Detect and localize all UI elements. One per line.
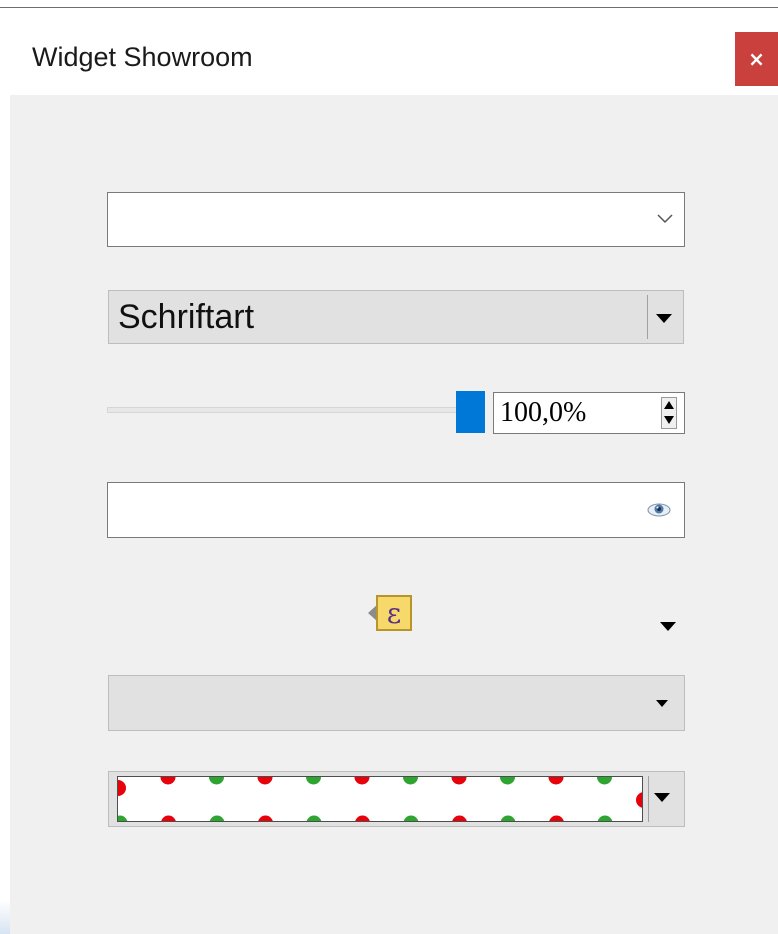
empty-combo-box[interactable]	[108, 675, 685, 731]
eye-icon[interactable]	[646, 500, 672, 520]
combo-separator	[647, 295, 648, 339]
pattern-dot	[306, 815, 322, 821]
title-bar: Widget Showroom	[0, 8, 778, 94]
triangle-down-icon[interactable]	[660, 622, 676, 631]
font-combo-value: Schriftart	[118, 298, 255, 336]
close-button[interactable]: ×	[735, 32, 778, 86]
pattern-dot	[355, 815, 370, 821]
pattern-dot	[597, 815, 613, 821]
pattern-dot	[403, 815, 419, 821]
pattern-dot	[549, 815, 564, 821]
opacity-slider-track[interactable]	[107, 407, 465, 413]
window-title: Widget Showroom	[32, 42, 253, 72]
font-combo-box[interactable]: Schriftart	[108, 290, 684, 344]
triangle-down-icon	[656, 700, 668, 707]
window-left-edge	[0, 95, 10, 934]
pattern-dot	[451, 777, 467, 785]
chevron-down-icon	[657, 214, 673, 224]
dot-pattern	[118, 777, 642, 821]
opacity-spinbox-value: 100,0%	[500, 397, 587, 428]
opacity-spinbox[interactable]: 100,0%	[493, 392, 685, 434]
spin-up-icon[interactable]	[664, 401, 674, 409]
password-field[interactable]	[107, 482, 685, 538]
pattern-dot	[500, 777, 515, 785]
triangle-down-icon	[656, 314, 672, 323]
pattern-combo-box[interactable]	[108, 771, 685, 827]
pattern-dot	[161, 815, 176, 821]
combo-separator	[648, 776, 649, 822]
pattern-dot	[209, 777, 224, 785]
pattern-dot	[500, 815, 516, 821]
triangle-down-icon	[654, 793, 670, 802]
pattern-dot	[209, 815, 225, 821]
pattern-dot	[306, 777, 321, 785]
spin-buttons[interactable]	[661, 397, 677, 429]
pattern-dot	[452, 815, 467, 821]
pattern-dot	[403, 777, 418, 785]
combo-box[interactable]	[107, 192, 685, 247]
pattern-dot	[118, 780, 126, 796]
pattern-dot	[258, 815, 273, 821]
opacity-slider-handle[interactable]	[456, 391, 485, 433]
pattern-dot	[597, 777, 612, 785]
pattern-dot	[636, 792, 642, 808]
pattern-dot	[118, 815, 128, 821]
pattern-dot	[548, 777, 564, 785]
pattern-preview	[117, 776, 643, 822]
expression-epsilon-icon[interactable]: ε	[366, 592, 416, 634]
expression-glyph: ε	[387, 597, 402, 630]
pattern-dot	[354, 777, 370, 785]
close-icon: ×	[748, 47, 765, 71]
window-edge-accent	[0, 900, 10, 934]
pattern-dot	[160, 777, 176, 785]
spin-down-icon[interactable]	[664, 416, 674, 424]
pattern-dot	[257, 777, 273, 785]
